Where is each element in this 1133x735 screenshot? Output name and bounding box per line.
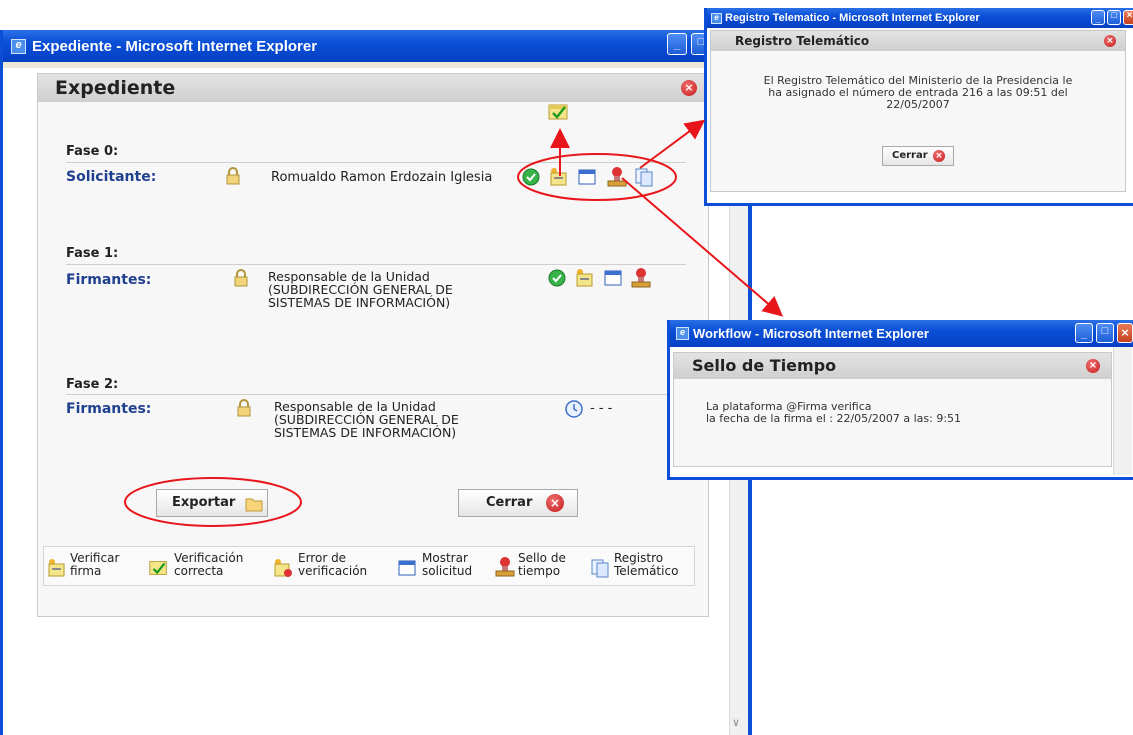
- annotation-arrow-timestamp: [621, 177, 784, 317]
- annotation-arrow-registro: [639, 119, 706, 169]
- annotation-ellipse-actions: [517, 153, 677, 201]
- annotation-ellipse-export: [124, 477, 302, 527]
- annotation-overlay: [124, 119, 784, 527]
